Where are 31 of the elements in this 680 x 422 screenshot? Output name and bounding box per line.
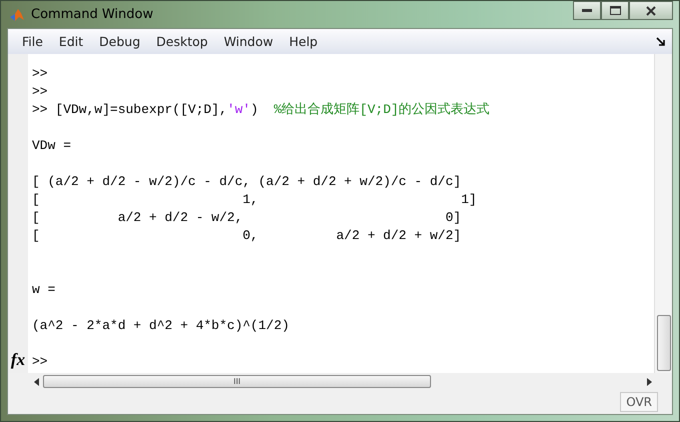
console-line: >> <box>32 65 49 83</box>
console-line: (a^2 - 2*a*d + d^2 + 4*b*c)^(1/2) <box>32 317 290 335</box>
menu-item[interactable]: File <box>14 34 51 49</box>
console-line: >> [VDw,w]=subexpr([V;D],'w') %给出合成矩阵[V;D]的公因式表达式 <box>32 101 491 119</box>
console-line: VDw = <box>32 137 72 155</box>
close-icon <box>646 6 656 16</box>
command-prompt[interactable]: >> <box>32 353 654 371</box>
menu-item[interactable]: Desktop <box>148 34 216 49</box>
minimize-icon <box>582 8 592 12</box>
scroll-left-icon[interactable] <box>34 378 39 386</box>
horizontal-scrollbar-thumb[interactable]: III <box>43 375 431 388</box>
menu-item[interactable]: Debug <box>91 34 148 49</box>
console-line: [ 0, a/2 + d/2 + w/2] <box>32 227 462 245</box>
menu-item[interactable]: Edit <box>50 34 92 49</box>
scroll-right-icon[interactable] <box>647 378 652 386</box>
menu-item[interactable]: Window <box>216 34 282 49</box>
console-line: [ a/2 + d/2 - w/2, 0] <box>32 209 462 227</box>
menu-item[interactable]: Help <box>281 34 326 49</box>
dock-arrow-icon[interactable] <box>656 36 666 46</box>
console-line: w = <box>32 281 56 299</box>
function-browser-icon[interactable]: fx <box>10 351 26 369</box>
close-button[interactable] <box>629 1 673 20</box>
minimize-button[interactable] <box>573 1 601 20</box>
maximize-button[interactable] <box>601 1 629 20</box>
console-line: [ (a/2 + d/2 - w/2)/c - d/c, (a/2 + d/2 + w/2)/c - d/c] <box>32 173 462 191</box>
maximize-icon <box>610 6 620 15</box>
overwrite-mode-indicator: OVR <box>620 392 658 412</box>
console-line: >> <box>32 83 49 101</box>
window-title: Command Window <box>31 7 154 22</box>
app-logo-icon <box>9 6 25 22</box>
console-line: [ 1, 1] <box>32 191 478 209</box>
